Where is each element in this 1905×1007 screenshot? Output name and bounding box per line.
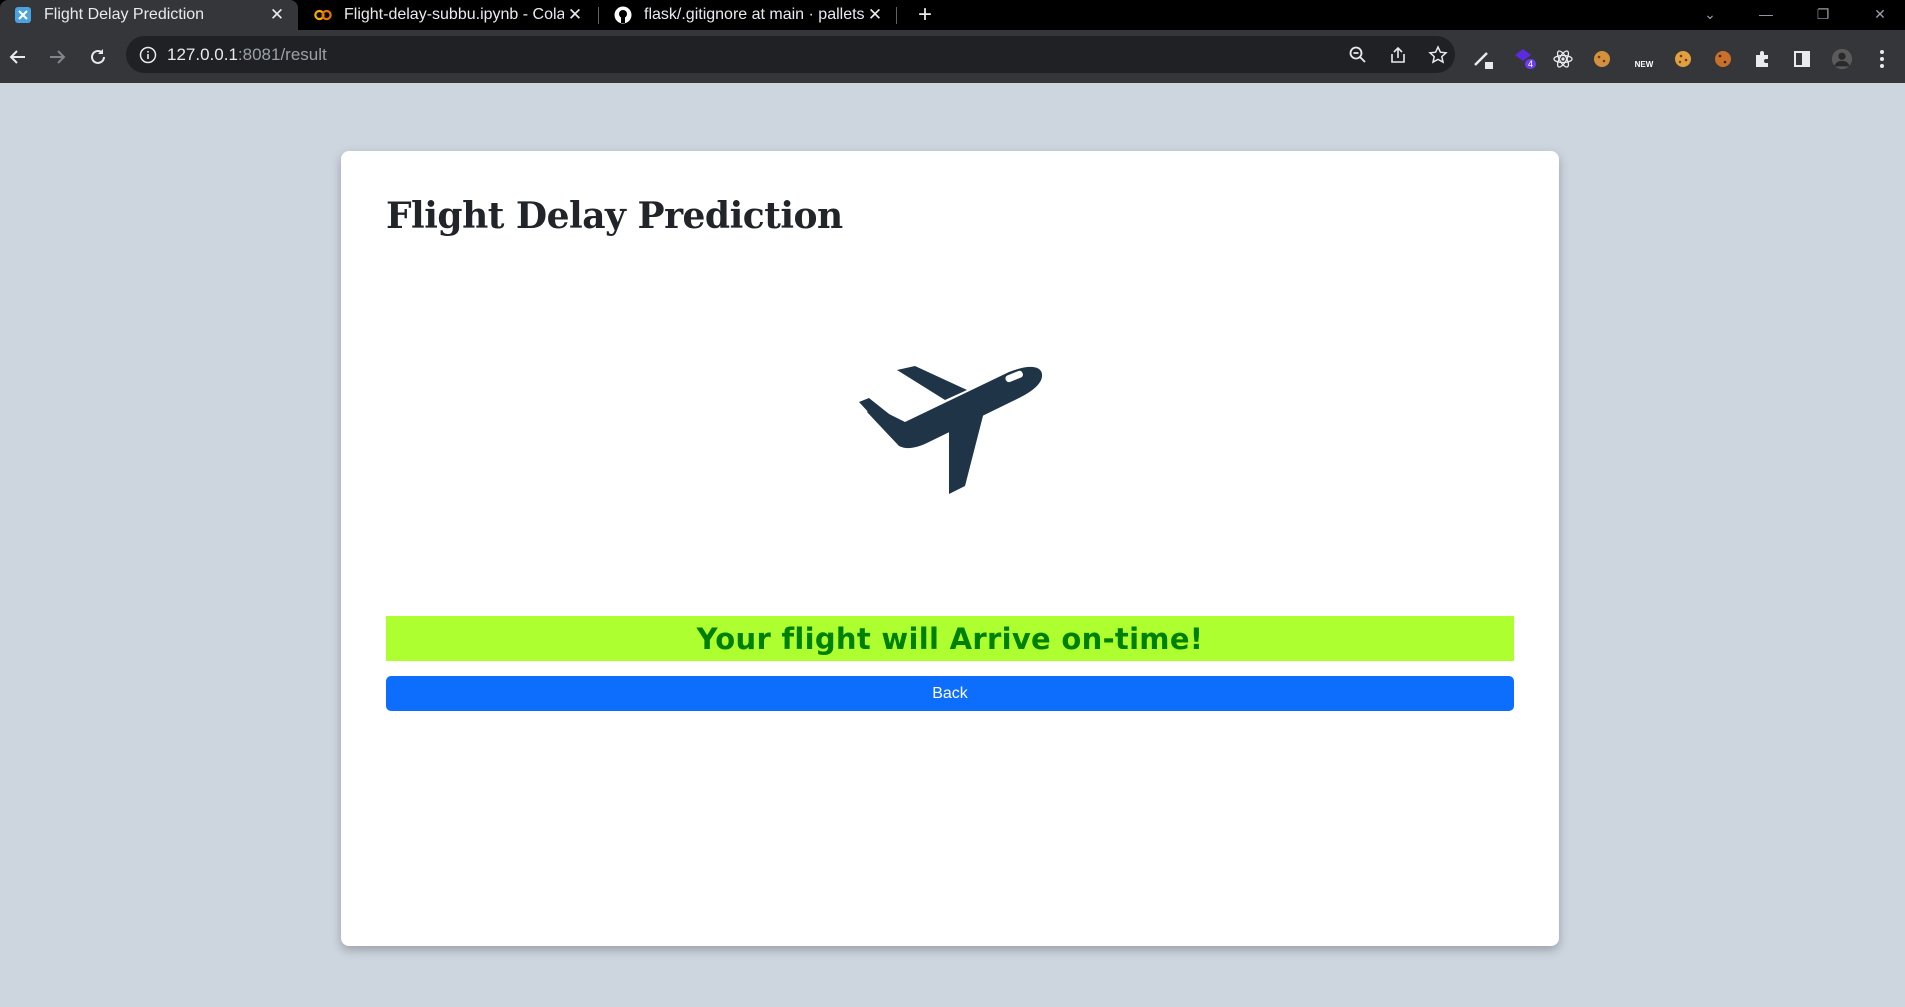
tab-search-icon[interactable]: ⌄ bbox=[1690, 0, 1730, 30]
new-extension-icon[interactable]: NEW bbox=[1631, 48, 1657, 70]
bookmark-star-icon[interactable] bbox=[1428, 45, 1448, 65]
url-path: :8081/result bbox=[237, 44, 327, 64]
cookie-editor-icon[interactable] bbox=[1672, 48, 1694, 70]
page-title: Flight Delay Prediction bbox=[386, 195, 843, 237]
url-host: 127.0.0.1 bbox=[167, 44, 238, 64]
pen-extension-icon[interactable] bbox=[1472, 48, 1494, 70]
cookie-manager-icon[interactable] bbox=[1712, 48, 1734, 70]
restore-icon[interactable]: ❐ bbox=[1803, 0, 1843, 30]
airplane-icon bbox=[859, 358, 1045, 498]
back-arrow-icon[interactable] bbox=[4, 43, 32, 71]
profile-avatar[interactable] bbox=[1831, 48, 1853, 70]
back-button[interactable]: Back bbox=[386, 676, 1514, 711]
flask-app-icon bbox=[14, 6, 32, 24]
browser-menu-icon[interactable] bbox=[1871, 48, 1893, 70]
tab-flight-delay-prediction[interactable]: Flight Delay Prediction ✕ bbox=[0, 0, 298, 30]
window-close-icon[interactable]: ✕ bbox=[1860, 0, 1900, 30]
tab-colab[interactable]: Flight-delay-subbu.ipynb - Colab ✕ bbox=[300, 0, 596, 30]
browser-toolbar: 127.0.0.1:8081/result 4 NEW bbox=[0, 30, 1905, 83]
tab-close-icon[interactable]: ✕ bbox=[266, 5, 288, 25]
new-tab-button[interactable]: + bbox=[912, 0, 938, 30]
tab-divider bbox=[896, 7, 897, 24]
react-devtools-icon[interactable] bbox=[1552, 48, 1574, 70]
tab-title: Flight Delay Prediction bbox=[44, 6, 205, 23]
tab-github[interactable]: flask/.gitignore at main · pallets/f ✕ bbox=[600, 0, 896, 30]
side-panel-icon[interactable] bbox=[1791, 48, 1813, 70]
forward-arrow-icon[interactable] bbox=[43, 43, 71, 71]
share-icon[interactable] bbox=[1388, 45, 1408, 65]
reload-icon[interactable] bbox=[84, 43, 112, 71]
tab-divider bbox=[598, 7, 599, 24]
tab-title: Flight-delay-subbu.ipynb - Colab bbox=[344, 6, 564, 23]
browser-tab-strip: Flight Delay Prediction ✕ Flight-delay-s… bbox=[0, 0, 1905, 30]
tab-close-icon[interactable]: ✕ bbox=[564, 5, 586, 25]
prediction-result-banner: Your flight will Arrive on-time! bbox=[386, 616, 1514, 661]
tab-title: flask/.gitignore at main · pallets/f bbox=[644, 6, 864, 23]
site-info-icon[interactable] bbox=[139, 46, 157, 64]
zoom-icon[interactable] bbox=[1348, 45, 1368, 65]
minimize-icon[interactable]: — bbox=[1746, 0, 1786, 30]
extensions-puzzle-icon[interactable] bbox=[1751, 48, 1773, 70]
github-icon bbox=[614, 6, 632, 24]
cookie-extension-icon[interactable] bbox=[1591, 48, 1613, 70]
new-label: NEW bbox=[1634, 59, 1654, 69]
tab-close-icon[interactable]: ✕ bbox=[864, 5, 886, 25]
extension-badge: 4 bbox=[1525, 59, 1537, 69]
address-bar[interactable]: 127.0.0.1:8081/result bbox=[126, 36, 1455, 73]
purple-extension-icon[interactable]: 4 bbox=[1512, 48, 1537, 70]
prediction-result-text: Your flight will Arrive on-time! bbox=[696, 621, 1204, 656]
colab-icon bbox=[314, 6, 332, 24]
result-card: Flight Delay Prediction Your flight will… bbox=[341, 151, 1559, 946]
